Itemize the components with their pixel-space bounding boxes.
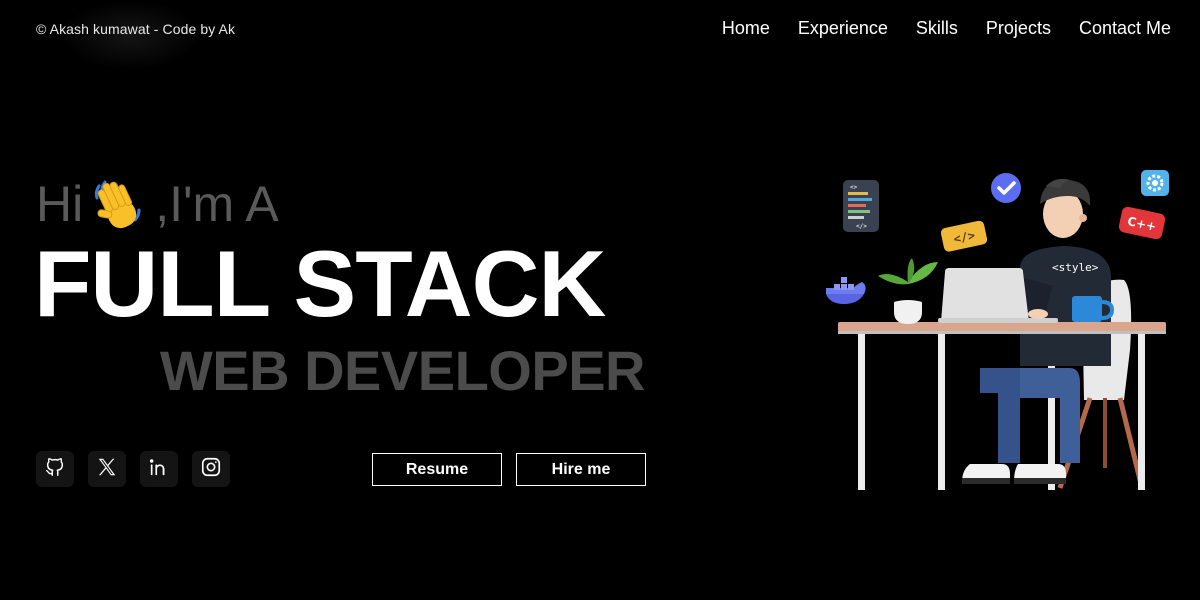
instagram-icon — [200, 456, 222, 482]
social-links — [36, 451, 230, 487]
linkedin-link[interactable] — [140, 451, 178, 487]
github-link[interactable] — [36, 451, 74, 487]
portfolio-page: © Akash kumawat - Code by Ak Home Experi… — [0, 0, 1200, 600]
nav-contact[interactable]: Contact Me — [1079, 18, 1171, 39]
developer-illustration: <> </> </> C++ <style> — [820, 168, 1180, 498]
greeting-prefix: Hi — [36, 176, 84, 232]
docker-icon — [826, 277, 866, 304]
hero-subtitle: WEB DEVELOPER — [159, 339, 646, 402]
nav-skills[interactable]: Skills — [916, 18, 958, 39]
svg-text:<>: <> — [850, 184, 858, 191]
brand-text: © Akash kumawat - Code by Ak — [36, 21, 236, 37]
cpp-badge-icon: C++ — [1118, 206, 1166, 240]
github-icon — [44, 456, 66, 482]
greeting: Hi ,I'm A — [36, 172, 279, 236]
svg-text:</>: </> — [856, 223, 867, 230]
svg-text:<style>: <style> — [1052, 261, 1099, 274]
main-nav: Home Experience Skills Projects Contact … — [722, 18, 1171, 39]
cta-buttons: Resume Hire me — [372, 453, 646, 486]
greeting-suffix: ,I'm A — [155, 176, 279, 232]
resume-button[interactable]: Resume — [372, 453, 502, 486]
nav-projects[interactable]: Projects — [986, 18, 1051, 39]
linkedin-icon — [148, 456, 170, 482]
x-twitter-icon — [96, 456, 118, 482]
settings-badge-icon — [1141, 170, 1169, 196]
nav-home[interactable]: Home — [722, 18, 770, 39]
hire-me-button[interactable]: Hire me — [516, 453, 646, 486]
hero-title: FULL STACK — [34, 231, 606, 336]
html-tag-badge-icon: </> — [940, 220, 988, 252]
code-panel-icon: <> </> — [843, 180, 879, 232]
x-twitter-link[interactable] — [88, 451, 126, 487]
plant-icon — [878, 258, 938, 324]
nav-experience[interactable]: Experience — [798, 18, 888, 39]
waving-hand-icon — [85, 172, 149, 236]
check-badge-icon — [991, 173, 1021, 203]
instagram-link[interactable] — [192, 451, 230, 487]
